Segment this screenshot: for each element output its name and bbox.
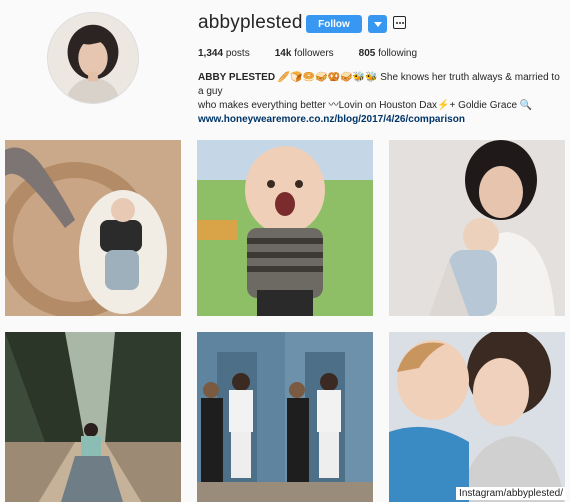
bio-text-line2: who makes everything better 〰Lovin on Ho… [198,100,533,111]
profile-stats: 1,344 posts 14k followers 805 following [198,48,442,59]
post-thumbnail[interactable] [197,140,373,316]
post-thumbnail[interactable] [389,140,565,316]
chevron-down-icon [373,21,382,27]
profile-username: abbyplested [198,12,303,33]
posts-count: 1,344 posts [198,48,250,59]
profile-bio: ABBY PLESTED 🥖🍞🥯🥪🥨🥪🐝🐝 She knows her trut… [198,71,560,127]
post-thumbnail[interactable] [5,140,181,316]
follow-button[interactable]: Follow [306,15,362,33]
followers-count[interactable]: 14k followers [275,48,334,59]
more-options-icon[interactable] [393,16,406,29]
post-thumbnail[interactable] [389,332,565,502]
post-thumbnail[interactable] [5,332,181,502]
profile-website-link[interactable]: www.honeywearemore.co.nz/blog/2017/4/26/… [198,113,560,127]
profile-header: abbyplested Follow 1,344 posts 14k follo… [0,0,570,128]
following-count[interactable]: 805 following [359,48,417,59]
image-credit-caption: Instagram/abbyplested/ [456,487,566,500]
post-thumbnail[interactable] [197,332,373,502]
suggestions-dropdown-button[interactable] [368,15,387,33]
profile-display-name: ABBY PLESTED [198,72,276,83]
profile-avatar[interactable] [47,12,139,104]
